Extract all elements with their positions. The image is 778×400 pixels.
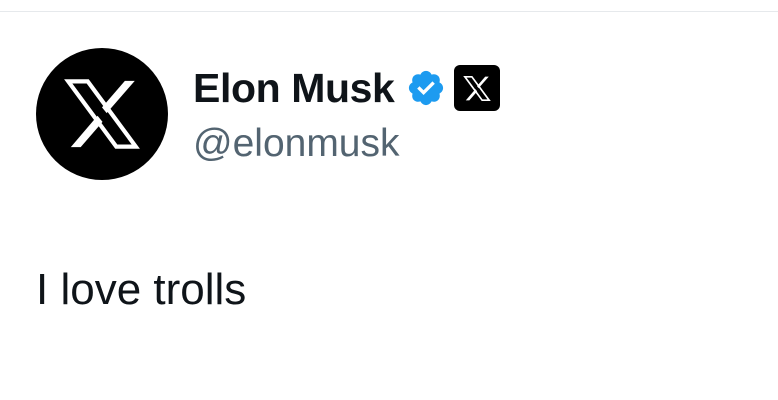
author-identity: Elon Musk @elonmusk — [193, 62, 501, 168]
avatar[interactable] — [36, 48, 168, 180]
author-handle[interactable]: @elonmusk — [193, 120, 500, 168]
tweet-card: Elon Musk @elonmusk I love trolls — [0, 0, 778, 400]
x-logo-icon — [463, 75, 492, 101]
x-logo-icon — [64, 79, 140, 149]
author-name-row: Elon Musk — [193, 62, 501, 114]
verified-badge-icon[interactable] — [406, 68, 446, 108]
affiliate-badge-icon[interactable] — [454, 65, 501, 111]
tweet-text: I love trolls — [36, 265, 247, 314]
author-display-name[interactable]: Elon Musk — [193, 62, 395, 114]
